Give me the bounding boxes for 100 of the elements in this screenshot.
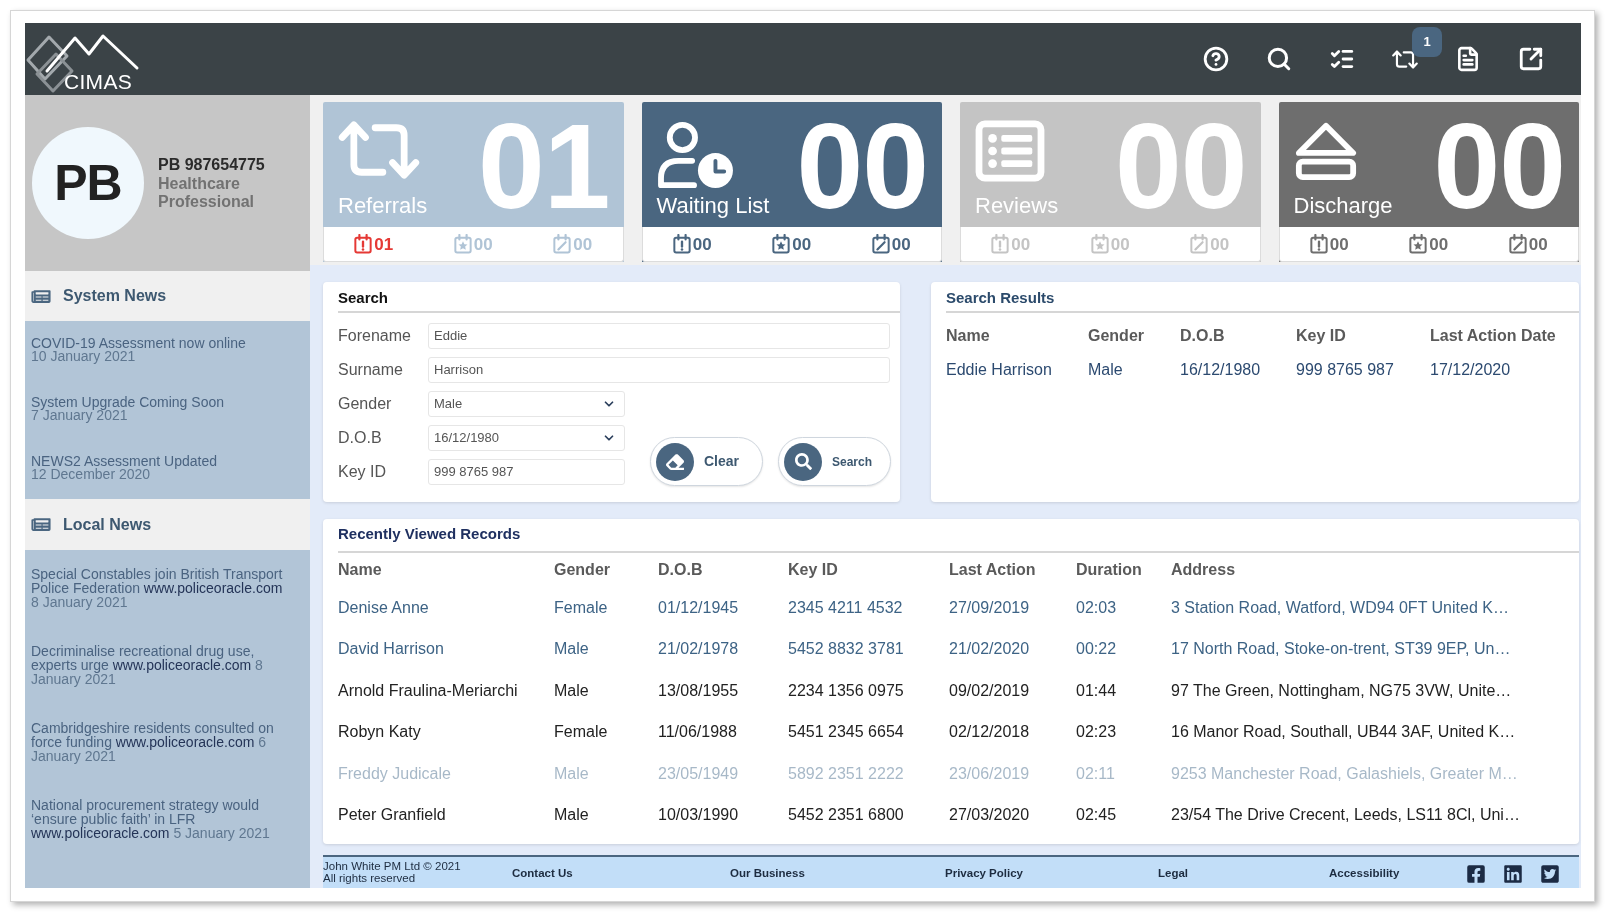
- dropdown[interactable]: 16/12/1980: [428, 425, 625, 451]
- table-cell-text: Denise Anne: [338, 597, 429, 618]
- news-title[interactable]: COVID-19 Assessment now online: [31, 337, 246, 350]
- calendar-alert-icon: [354, 234, 373, 254]
- table-cell-text: David Harrison: [338, 639, 444, 660]
- user-id: PB 987654775: [158, 155, 266, 175]
- table-cell-text: 01/12/1945: [658, 597, 739, 618]
- table-cell-text: 23/54 The Drive Crecent, Leeds, LS11 8Cl, Uni…: [1171, 805, 1520, 826]
- news-link[interactable]: www.policeoracle.com: [31, 825, 170, 841]
- stat-count: 00: [1011, 235, 1031, 253]
- news-item[interactable]: Cambridgeshire residents consulted on force funding www.policeoracle.com 6 January 2021: [31, 721, 293, 763]
- column-header: D.O.B: [1180, 326, 1226, 346]
- user-clock-icon: [656, 120, 735, 190]
- table-cell-text: 97 The Green, Nottingham, NG75 3VW, Unite…: [1171, 680, 1512, 701]
- table-cell-text: Male: [554, 639, 589, 660]
- column-header: Address: [1171, 560, 1236, 580]
- table-cell-text: 23/06/2019: [949, 763, 1030, 784]
- news-item[interactable]: Special Constables join British Transport Police Federation www.policeoracle.com 8 January 2021: [31, 567, 293, 609]
- repeat-arrows-icon: [338, 120, 420, 180]
- calendar-edit-icon: [871, 234, 890, 254]
- table-cell-text: 02:45: [1076, 805, 1117, 826]
- news-link[interactable]: www.policeoracle.com: [112, 657, 252, 673]
- table-cell-text: 17 North Road, Stoke-on-trent, ST39 9EP, Un…: [1171, 639, 1511, 660]
- news-title[interactable]: System Upgrade Coming Soon: [31, 396, 224, 409]
- tile-label: Waiting List: [656, 193, 770, 219]
- table-cell-text: Peter Granfield: [338, 805, 446, 826]
- table-cell-text: 10/03/1990: [658, 805, 739, 826]
- calendar-edit-icon: [1190, 234, 1209, 254]
- news-item[interactable]: Decriminalise recreational drug use, experts urge www.policeoracle.com 8 January 2021: [31, 644, 293, 686]
- table-cell-text: 3 Station Road, Watford, WD94 0FT United K…: [1171, 597, 1509, 618]
- table-cell-text: 2234 1356 0975: [788, 680, 904, 701]
- table-cell-text: Female: [554, 597, 608, 618]
- eject-icon: [1293, 120, 1358, 182]
- footer-link[interactable]: Contact Us: [512, 867, 573, 879]
- table-cell-text: 5452 2351 6800: [788, 805, 904, 826]
- column-header: Duration: [1076, 560, 1142, 580]
- panel-title: Recently Viewed Records: [338, 519, 1579, 553]
- document-icon[interactable]: [1455, 46, 1481, 72]
- table-cell-text: 5452 8832 3781: [788, 639, 904, 660]
- footer-link[interactable]: Legal: [1158, 867, 1189, 879]
- stat-count: 00: [692, 235, 712, 253]
- input-field[interactable]: Eddie: [428, 323, 890, 349]
- stat-count: 00: [1429, 235, 1449, 253]
- news-link[interactable]: www.policeoracle.com: [143, 580, 283, 596]
- table-cell-text: Male: [1088, 360, 1124, 380]
- news-title[interactable]: NEWS2 Assessment Updated: [31, 455, 217, 468]
- dropdown[interactable]: Male: [428, 391, 625, 417]
- repeat-arrows-icon[interactable]: [1392, 48, 1418, 70]
- table-cell-text: 21/02/1978: [658, 639, 739, 660]
- column-header: Last Action: [949, 560, 1036, 580]
- table-cell-text: 999 8765 987: [1296, 360, 1395, 380]
- search-icon[interactable]: [1266, 46, 1292, 72]
- table-cell-text: 21/02/2020: [949, 639, 1030, 660]
- facebook-icon[interactable]: [1466, 864, 1486, 884]
- stat-count: 00: [1110, 235, 1130, 253]
- footer-link[interactable]: Privacy Policy: [945, 867, 1023, 879]
- help-icon[interactable]: [1203, 46, 1229, 72]
- table-cell-text: 16/12/1980: [1180, 360, 1262, 380]
- table-cell-text: 09/02/2019: [949, 680, 1030, 701]
- notification-badge: 1: [1412, 27, 1442, 57]
- clear-button[interactable]: Clear: [650, 437, 763, 486]
- table-cell-text: Robyn Katy: [338, 722, 421, 743]
- news-date: 12 December 2020: [31, 468, 151, 481]
- table-cell-text: Female: [554, 722, 608, 743]
- tile-count: 00: [1115, 102, 1247, 226]
- table-cell-text: 27/03/2020: [949, 805, 1030, 826]
- stat-count: 00: [792, 235, 812, 253]
- eraser-icon: [656, 442, 694, 481]
- search-button[interactable]: Search: [778, 437, 891, 486]
- field-label: Key ID: [338, 462, 387, 482]
- table-cell-text: 9253 Manchester Road, Galashiels, Greater M…: [1171, 763, 1518, 784]
- stat-count: 00: [1528, 235, 1548, 253]
- twitter-icon[interactable]: [1540, 864, 1560, 884]
- table-cell-text: 2345 4211 4532: [788, 597, 903, 618]
- calendar-alert-icon: [1309, 234, 1328, 254]
- input-field[interactable]: 999 8765 987: [428, 459, 625, 485]
- column-header: Name: [946, 326, 991, 346]
- footer-link[interactable]: Accessibility: [1329, 867, 1400, 879]
- table-cell-text: Freddy Judicale: [338, 763, 451, 784]
- stat-count: 00: [1329, 235, 1349, 253]
- table-cell-text: 02:11: [1076, 763, 1115, 784]
- table-cell-text: Male: [554, 680, 589, 701]
- footer-link[interactable]: Our Business: [730, 867, 805, 879]
- summary-tile[interactable]: Referrals 01 01 00 00: [323, 102, 624, 262]
- stat-count: 00: [573, 235, 593, 253]
- section-title: Local News: [63, 514, 152, 535]
- summary-tile[interactable]: Discharge 00 00 00 00: [1278, 102, 1579, 262]
- summary-tile[interactable]: Waiting List 00 00 00 00: [641, 102, 942, 262]
- column-header: Key ID: [788, 560, 838, 580]
- tile-label: Referrals: [338, 193, 428, 219]
- newspaper-icon: [31, 516, 51, 533]
- news-item[interactable]: National procurement strategy would ‘ensure public faith’ in LFR www.policeoracle.com 5 January 2021: [31, 798, 293, 840]
- tile-count: 00: [1433, 102, 1565, 226]
- input-field[interactable]: Harrison: [428, 357, 890, 383]
- linkedin-icon[interactable]: [1503, 864, 1523, 884]
- table-cell-text: 5451 2345 6654: [788, 722, 904, 743]
- tile-count: 00: [796, 102, 928, 226]
- logo[interactable]: CIMAS: [25, 24, 143, 94]
- news-link[interactable]: www.policeoracle.com: [115, 734, 255, 750]
- external-link-icon[interactable]: [1518, 46, 1544, 72]
